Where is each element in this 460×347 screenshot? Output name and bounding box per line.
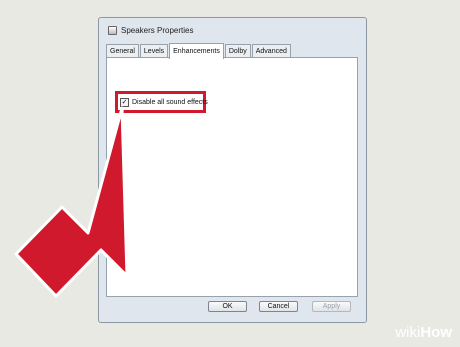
pointer-arrow-icon bbox=[14, 106, 129, 298]
wikihow-watermark: wikiHow bbox=[395, 324, 452, 341]
